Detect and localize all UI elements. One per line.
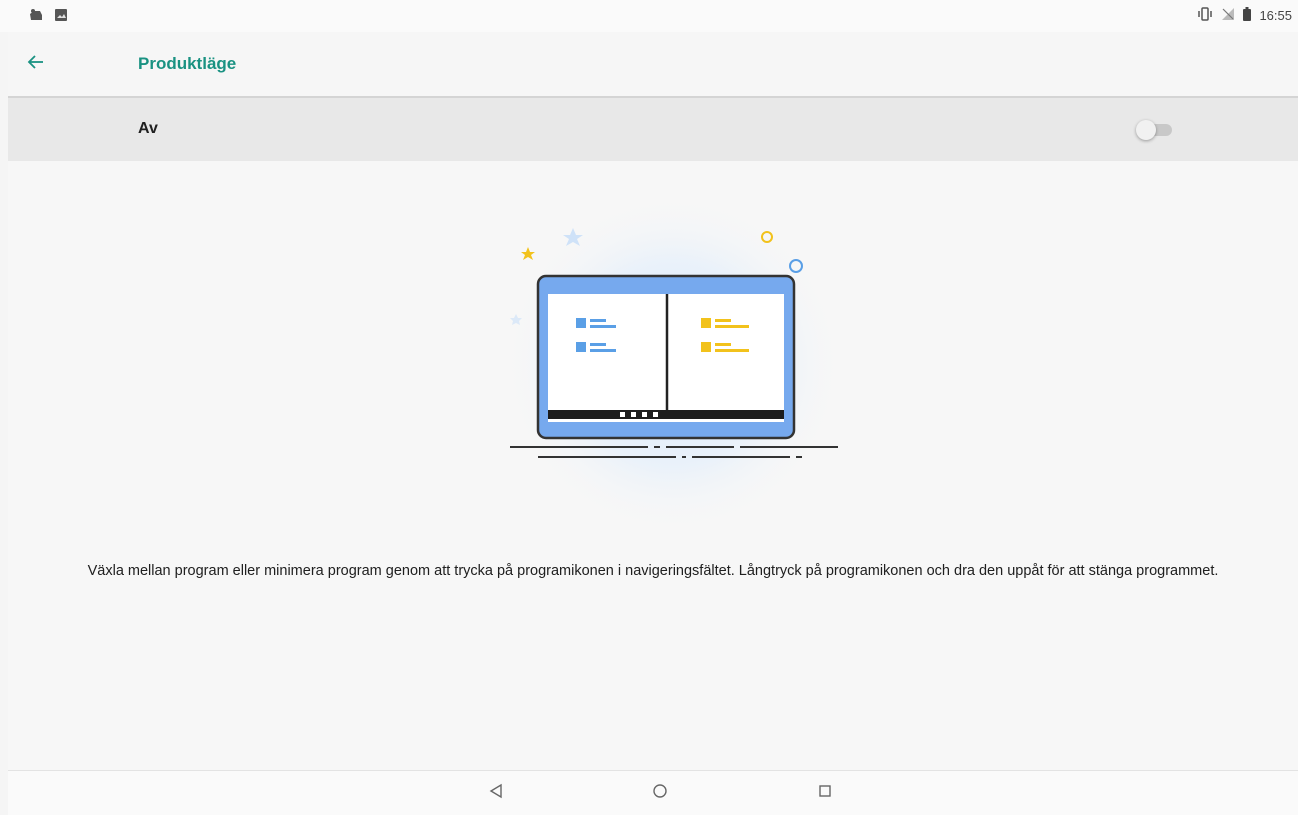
status-right: 16:55	[1197, 7, 1292, 24]
navigation-bar	[8, 770, 1298, 815]
back-button[interactable]	[24, 52, 48, 76]
vibrate-icon	[1197, 7, 1213, 24]
no-signal-icon	[1221, 7, 1235, 24]
content-area: Växla mellan program eller minimera prog…	[8, 161, 1298, 770]
tablet-icon	[536, 274, 796, 440]
product-mode-toggle[interactable]	[1136, 120, 1176, 140]
toolbar: Produktläge	[8, 32, 1298, 98]
page-title: Produktläge	[138, 54, 237, 73]
nav-recents-button[interactable]	[815, 783, 835, 803]
back-arrow-icon	[27, 53, 45, 76]
toggle-thumb	[1136, 120, 1156, 140]
nav-home-button[interactable]	[650, 783, 670, 803]
product-mode-switch-row[interactable]: Av	[8, 98, 1298, 161]
image-icon	[54, 8, 68, 27]
notification-icon	[28, 8, 44, 27]
back-nav-icon	[489, 783, 503, 804]
status-time: 16:55	[1259, 8, 1292, 23]
split-screen-illustration	[498, 189, 858, 534]
recents-nav-icon	[818, 784, 832, 803]
nav-back-button[interactable]	[486, 783, 506, 803]
switch-label: Av	[138, 120, 158, 137]
battery-icon	[1243, 7, 1252, 24]
mode-description: Växla mellan program eller minimera prog…	[87, 563, 1219, 579]
home-nav-icon	[652, 783, 668, 804]
status-left-icons	[28, 8, 68, 27]
star-icon	[521, 247, 535, 260]
status-bar: 16:55	[0, 0, 1298, 32]
